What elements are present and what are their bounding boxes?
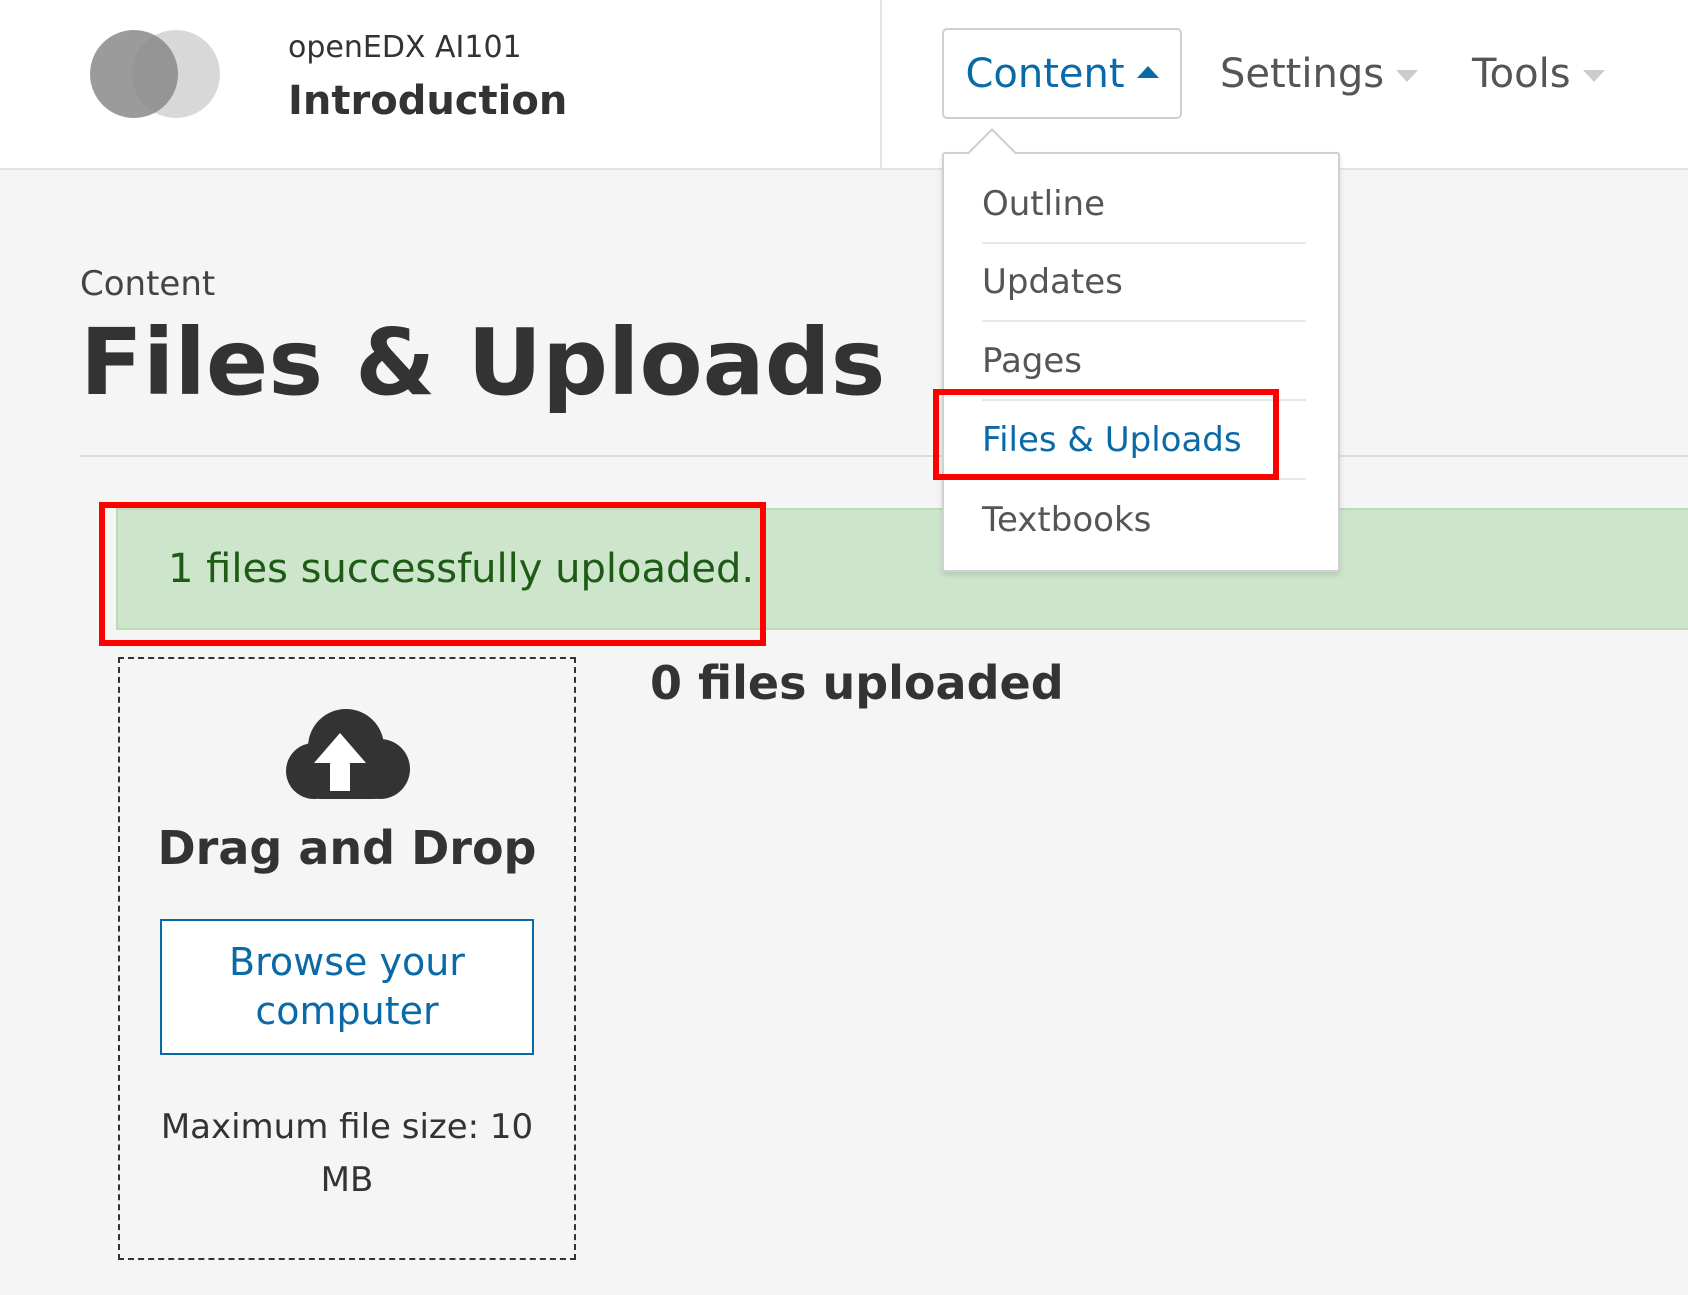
success-alert: 1 files successfully uploaded. xyxy=(116,508,1688,630)
browse-computer-button[interactable]: Browse your computer xyxy=(160,919,534,1055)
nav-content-label: Content xyxy=(965,50,1125,97)
title-divider xyxy=(80,455,1688,457)
menu-item-pages[interactable]: Pages xyxy=(982,323,1306,401)
max-file-size: Maximum file size: 10 MB xyxy=(160,1107,534,1200)
nav-settings-menu[interactable]: Settings xyxy=(1220,28,1419,119)
dropzone-title: Drag and Drop xyxy=(157,821,537,875)
course-title: Introduction xyxy=(288,78,568,124)
course-org: openEDX AI101 xyxy=(288,30,522,65)
menu-item-outline[interactable]: Outline xyxy=(982,166,1306,244)
header-divider xyxy=(880,0,882,170)
caret-down-icon xyxy=(1396,69,1419,82)
upload-dropzone[interactable]: Drag and Drop Browse your computer Maxim… xyxy=(118,657,576,1260)
caret-down-icon xyxy=(1582,69,1605,82)
breadcrumb: Content xyxy=(80,264,216,304)
caret-up-icon xyxy=(1136,65,1159,78)
files-uploaded-count: 0 files uploaded xyxy=(650,656,1064,710)
dropdown-arrow-fill xyxy=(968,131,1016,155)
nav-tools-menu[interactable]: Tools xyxy=(1472,28,1605,119)
menu-item-files-uploads[interactable]: Files & Uploads xyxy=(982,402,1306,480)
nav-tools-label: Tools xyxy=(1472,50,1571,97)
overlapping-circles-logo-icon[interactable] xyxy=(88,28,224,120)
header: openEDX AI101 Introduction Content Setti… xyxy=(0,0,1688,170)
nav-settings-label: Settings xyxy=(1220,50,1385,97)
page-title: Files & Uploads xyxy=(80,309,886,416)
alert-message: 1 files successfully uploaded. xyxy=(168,546,755,592)
nav-content-menu[interactable]: Content xyxy=(942,28,1182,119)
menu-item-updates[interactable]: Updates xyxy=(982,244,1306,322)
content-dropdown-menu: Outline Updates Pages Files & Uploads Te… xyxy=(942,152,1340,572)
cloud-upload-icon xyxy=(280,707,412,807)
menu-item-textbooks[interactable]: Textbooks xyxy=(982,481,1306,559)
